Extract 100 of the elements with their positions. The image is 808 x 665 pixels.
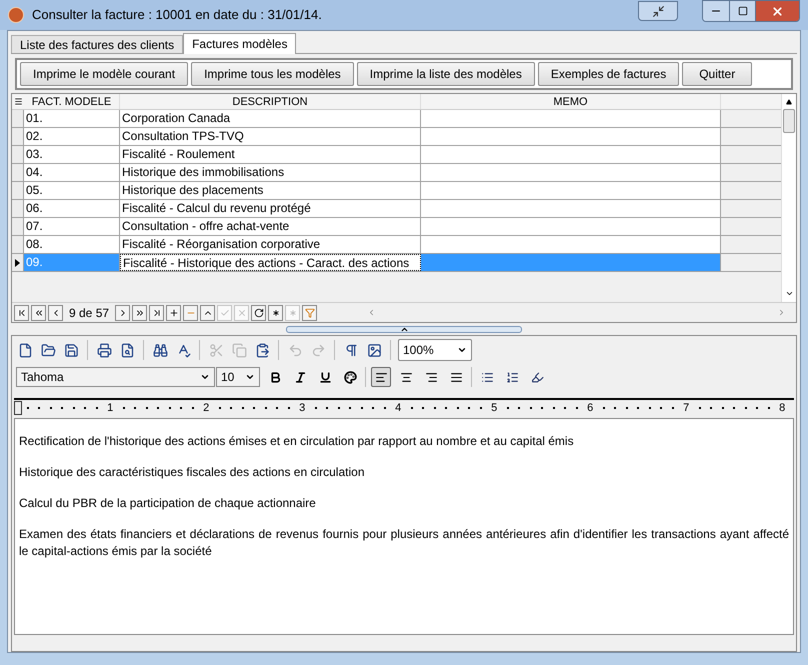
scroll-down-icon [784,289,794,298]
paragraph: Examen des états financiers et déclarations de revenus fournis pour plusieurs années antérieures afin d'identifier les transactions ayant affecté le capital-actions émis par la société [19,526,789,560]
navigator-button[interactable] [166,304,182,320]
column-header[interactable]: MEMO [421,94,721,109]
navigator-button[interactable] [251,304,266,320]
table-cell[interactable]: Fiscalité - Réorganisation corporative [120,236,421,253]
font-size-dropdown[interactable]: 10 [216,367,260,387]
table-cell[interactable] [421,218,721,235]
navigator-button[interactable] [48,304,63,320]
bold-icon [268,370,282,384]
dropdown-icon [245,372,255,382]
column-header[interactable]: DESCRIPTION [120,94,421,109]
tab[interactable]: Factures modèles [183,33,296,54]
table-cell[interactable] [421,236,721,253]
scroll-thumb[interactable] [783,109,795,133]
close-button[interactable] [755,1,799,21]
printer-icon [96,342,112,358]
table-cell[interactable] [421,128,721,145]
navigator-button[interactable] [115,304,130,320]
app-icon [8,7,24,23]
paragraph: Calcul du PBR de la participation de chaque actionnaire [19,495,317,512]
double-left-icon [34,308,44,318]
table-cell[interactable]: Fiscalité - Roulement [120,146,421,163]
navigator-button[interactable] [268,304,284,320]
folder-icon [40,342,56,358]
table-cell[interactable]: 04. [24,164,120,181]
scroll-right-icon [777,308,786,317]
vertical-scrollbar[interactable] [781,94,796,302]
table-cell[interactable]: 07. [24,218,120,235]
table-cell[interactable]: Historique des immobilisations [120,164,421,181]
table-cell[interactable]: 08. [24,236,120,253]
splitter-handle[interactable] [286,326,522,332]
table-cell[interactable] [421,146,721,163]
record-position: 9 de 57 [68,304,110,322]
column-header[interactable]: FACT. MODELE [24,94,120,109]
filter-icon [304,308,315,318]
table-cell[interactable]: 03. [24,146,120,163]
toolbar-button[interactable]: Imprime tous les modèles [191,62,354,86]
paragraph: Rectification de l'historique des actions émises et en circulation par rapport au nombre et au capital émis [19,433,575,450]
zoom-dropdown[interactable]: 100% [398,339,472,361]
ruler-number: 7 [683,400,690,416]
double-right-icon [134,308,145,318]
ruler[interactable]: 1 2 3 4 5 6 7 8 [14,398,794,416]
table-cell[interactable] [421,182,721,199]
font-dropdown[interactable]: Tahoma [16,367,215,387]
justify-icon [450,370,462,384]
toolbar-button[interactable]: Exemples de factures [538,62,680,86]
table-cell[interactable] [421,200,721,217]
new-file-icon [18,342,32,358]
dropdown-icon [200,372,210,382]
navigator-button[interactable] [132,304,148,320]
navigator-button[interactable] [14,304,29,320]
table-cell[interactable]: 06. [24,200,120,217]
toolbar-button[interactable]: Imprime la liste des modèles [356,62,535,86]
table-cell[interactable] [421,164,721,181]
table-cell[interactable]: Consultation TPS-TVQ [120,128,421,145]
table-cell[interactable]: 01. [24,110,120,127]
ruler-number: 1 [107,400,114,416]
table-cell[interactable] [421,254,721,271]
highlighter-icon [530,370,544,384]
bullet-list-icon [480,370,494,384]
scroll-up-icon [786,99,792,105]
italic-icon [294,370,306,384]
editor-area[interactable] [14,418,794,635]
last-icon [152,308,162,318]
image-icon [366,342,382,358]
check-icon [220,308,230,318]
print-preview-icon [120,342,134,358]
table-cell[interactable]: Historique des placements [120,182,421,199]
refresh-icon [254,308,264,318]
navigator-button[interactable] [31,304,46,320]
resize-button[interactable] [638,1,678,21]
toolbar-button[interactable]: Imprime le modèle courant [20,62,188,86]
numbered-list-icon [506,370,518,384]
align-right-icon [424,370,438,384]
indent-marker-icon[interactable] [14,401,22,415]
tab[interactable]: Liste des factures des clients [11,35,184,53]
alignment-button[interactable] [371,367,391,387]
toolbar-button[interactable]: Quitter [682,62,752,86]
underline-icon [318,370,332,384]
table-cell[interactable]: Fiscalité - Calcul du revenu protégé [120,200,421,217]
table-cell[interactable]: 02. [24,128,120,145]
ruler-number: 3 [299,400,306,416]
align-left-icon [374,370,388,384]
navigator-button[interactable] [200,304,216,320]
table-cell[interactable]: Corporation Canada [120,110,421,127]
asterisk-icon [270,308,281,318]
ruler-number: 5 [491,400,498,416]
row-indicator[interactable] [12,254,24,271]
palette-icon [344,370,356,384]
save-icon [64,342,78,358]
ruler-number: 2 [203,400,210,416]
table-cell[interactable]: 05. [24,182,120,199]
table-cell[interactable]: Fiscalité - Historique des actions - Caract. des actions [120,254,421,271]
table-cell[interactable] [421,110,721,127]
table-cell[interactable]: Consultation - offre achat-vente [120,218,421,235]
maximize-button[interactable] [729,1,755,21]
ruler-number: 6 [587,400,594,416]
navigator-button[interactable] [149,304,164,320]
column-menu-icon[interactable] [14,97,22,106]
